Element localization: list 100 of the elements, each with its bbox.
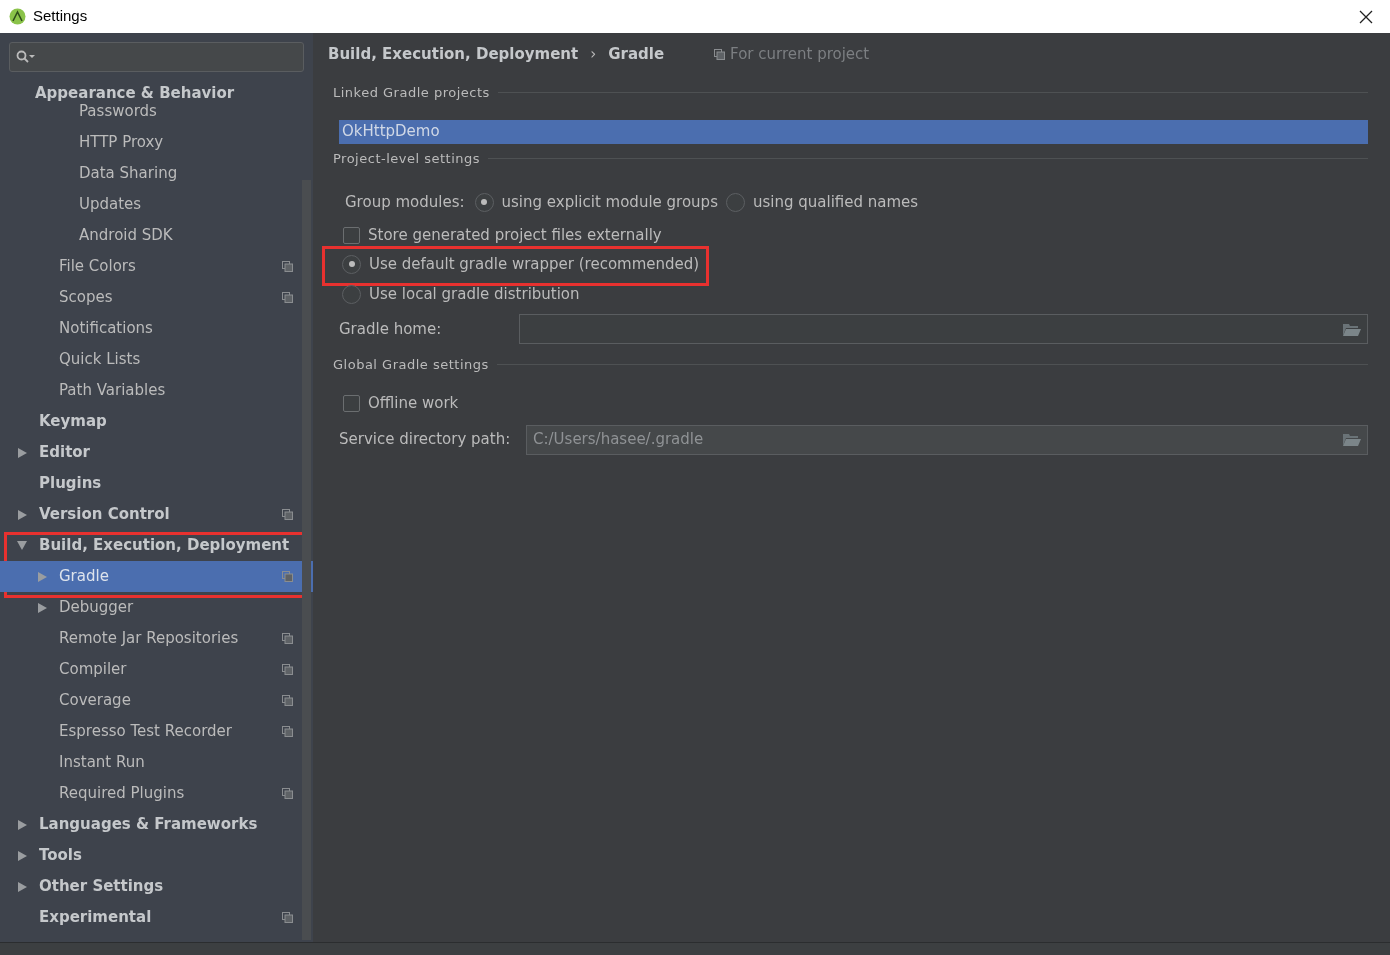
copy-icon (282, 695, 293, 706)
field-value: C:/Users/hasee/.gradle (533, 429, 704, 451)
app-logo-icon (9, 8, 26, 25)
tree-item[interactable]: Gradle (0, 561, 313, 592)
tree-item-label: Remote Jar Repositories (59, 628, 239, 650)
tree-item-label: Required Plugins (59, 783, 185, 805)
tree-item[interactable]: Scopes (0, 282, 313, 313)
tree-item-label: File Colors (59, 256, 136, 278)
tree-item[interactable]: Compiler (0, 654, 313, 685)
tree-item-label: Editor (39, 442, 90, 464)
collapse-triangle-icon[interactable] (17, 541, 27, 550)
tree-item-label: Compiler (59, 659, 127, 681)
tree-item[interactable]: Notifications (0, 313, 313, 344)
tree-item[interactable]: Keymap (0, 406, 313, 437)
radio-label[interactable]: using qualified names (752, 190, 919, 214)
expand-triangle-icon[interactable] (37, 602, 47, 613)
copy-icon (282, 261, 293, 272)
tree-item-label: Android SDK (79, 225, 173, 247)
tree-item[interactable]: Android SDK (0, 220, 313, 251)
tree-item-label: Gradle (59, 566, 109, 588)
field-label: Gradle home: (339, 318, 443, 340)
tree-item-label: Path Variables (59, 380, 166, 402)
folder-icon[interactable] (1342, 432, 1361, 447)
copy-icon (282, 571, 293, 582)
tree-item-label: Build, Execution, Deployment (39, 535, 290, 557)
close-icon (1359, 9, 1373, 24)
field-label: Group modules: (345, 191, 465, 213)
copy-icon (282, 726, 293, 737)
tree-item-label: Data Sharing (79, 163, 178, 185)
tree-item-label: Espresso Test Recorder (59, 721, 232, 743)
tree-item-label: Version Control (39, 504, 170, 526)
tree-item[interactable]: Espresso Test Recorder (0, 716, 313, 747)
radio-label[interactable]: using explicit module groups (501, 190, 718, 214)
copy-icon (282, 912, 293, 923)
tree-item-label: Experimental (39, 907, 152, 929)
tree-item[interactable]: Remote Jar Repositories (0, 623, 313, 654)
tree-item[interactable]: Coverage (0, 685, 313, 716)
expand-triangle-icon[interactable] (17, 447, 27, 458)
copy-icon (282, 664, 293, 675)
copy-icon (282, 292, 293, 303)
search-field[interactable] (9, 42, 304, 72)
tree-item-label: Instant Run (59, 752, 145, 774)
tree-item-label: Languages & Frameworks (39, 814, 258, 836)
field-label: Service directory path: (339, 429, 512, 451)
tree-item[interactable]: Path Variables (0, 375, 313, 406)
tree-item[interactable]: Instant Run (0, 747, 313, 778)
tree-item-label: Plugins (39, 473, 102, 495)
radio-button[interactable] (474, 192, 494, 212)
checkbox-label[interactable]: Offline work (368, 392, 459, 415)
section-title: Global Gradle settings (333, 356, 489, 374)
tree-item[interactable]: HTTP Proxy (0, 127, 313, 158)
checkbox[interactable] (343, 226, 360, 244)
tree-item-label: Updates (79, 194, 142, 216)
radio-button[interactable] (342, 254, 361, 274)
breadcrumb-separator: › (590, 43, 597, 65)
copy-icon (282, 633, 293, 644)
tree-item[interactable]: Plugins (0, 468, 313, 499)
checkbox[interactable] (343, 395, 360, 412)
tree-item[interactable]: Other Settings (0, 871, 313, 902)
service-directory-field[interactable]: C:/Users/hasee/.gradle (526, 424, 1368, 455)
tree-item[interactable]: Data Sharing (0, 158, 313, 189)
tree-item-label: Scopes (59, 287, 113, 309)
tree-item[interactable]: Updates (0, 189, 313, 220)
tree-item-label: Coverage (59, 690, 131, 712)
radio-label[interactable]: Use local gradle distribution (369, 282, 580, 306)
breadcrumb-parent[interactable]: Build, Execution, Deployment (328, 42, 579, 66)
tree-item[interactable]: Quick Lists (0, 344, 313, 375)
section-title: Project-level settings (333, 149, 481, 168)
expand-triangle-icon[interactable] (17, 819, 27, 830)
tree-item-label: Passwords (79, 101, 157, 123)
window-title: Settings (33, 6, 88, 27)
checkbox-label[interactable]: Store generated project files externally (368, 223, 662, 247)
scope-label: For current project (730, 43, 870, 65)
breadcrumb-current: Gradle (608, 43, 665, 65)
gradle-home-field[interactable] (519, 314, 1368, 344)
tree-item-label: Other Settings (39, 876, 164, 898)
copy-icon (282, 509, 293, 520)
tree-item[interactable]: File Colors (0, 251, 313, 282)
tree-item[interactable]: Version Control (0, 499, 313, 530)
expand-triangle-icon[interactable] (17, 509, 27, 520)
tree-item[interactable]: Languages & Frameworks (0, 809, 313, 840)
tree-item[interactable]: Build, Execution, Deployment (0, 530, 313, 561)
tree-item-label: Notifications (59, 318, 153, 340)
tree-item[interactable]: Debugger (0, 592, 313, 623)
copy-icon (282, 788, 293, 799)
expand-triangle-icon[interactable] (17, 850, 27, 861)
tree-item[interactable]: Editor (0, 437, 313, 468)
expand-triangle-icon[interactable] (17, 881, 27, 892)
radio-label[interactable]: Use default gradle wrapper (recommended) (369, 252, 700, 276)
tree-item-label: HTTP Proxy (79, 132, 164, 154)
tree-item-label: Keymap (39, 411, 107, 433)
radio-button[interactable] (725, 192, 745, 212)
copy-icon (714, 48, 726, 60)
tree-item[interactable]: Experimental (0, 902, 313, 933)
project-list-item[interactable]: OkHttpDemo (339, 119, 1368, 144)
tree-section-header: Appearance & Behavior (35, 84, 236, 102)
tree-item[interactable]: Tools (0, 840, 313, 871)
tree-item-label: Debugger (59, 597, 134, 619)
folder-icon[interactable] (1342, 321, 1361, 337)
tree-item[interactable]: Required Plugins (0, 778, 313, 809)
